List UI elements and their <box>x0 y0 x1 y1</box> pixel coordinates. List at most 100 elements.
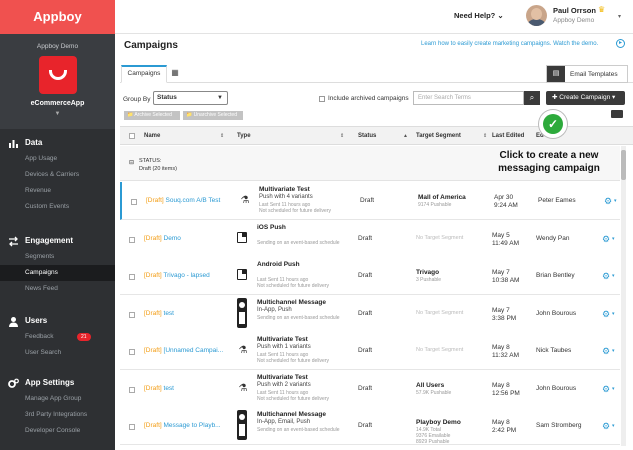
nav-head-data[interactable]: Data <box>0 135 115 151</box>
sidebar-item-3rd-party-integrations[interactable]: 3rd Party Integrations <box>0 407 115 423</box>
search-icon[interactable]: ⌕ <box>524 91 540 105</box>
calendar-icon[interactable]: ▦ <box>168 66 182 80</box>
sidebar-item-revenue[interactable]: Revenue <box>0 183 115 199</box>
search-input[interactable]: Enter Search Terms <box>413 91 524 105</box>
include-archived-checkbox[interactable] <box>319 96 325 102</box>
campaign-name-link[interactable]: [Draft] Trivago - lapsed <box>144 272 229 279</box>
gears-icon <box>8 378 19 388</box>
avatar[interactable] <box>526 5 547 26</box>
chevron-down-icon[interactable]: ▾ <box>612 311 615 317</box>
col-status[interactable]: Status ▲ <box>358 133 408 139</box>
draft-tag: [Draft] <box>146 197 164 204</box>
chevron-down-icon[interactable]: ▾ <box>612 236 615 242</box>
gear-icon[interactable]: ⚙ <box>602 309 610 320</box>
col-name[interactable]: Name ⇕ <box>144 133 224 139</box>
archive-selected-button[interactable]: 📁 Archive Selected <box>124 111 180 120</box>
segment-name[interactable]: All Users <box>416 382 444 389</box>
unarchive-selected-button[interactable]: 📁 Unarchive Selected <box>183 111 243 120</box>
type-title: Multivariate Test <box>257 336 308 343</box>
table-row[interactable]: [Draft] test Multichannel Message In-App… <box>120 294 620 333</box>
email-templates-button[interactable]: ▤ Email Templates <box>546 65 628 83</box>
campaign-name: test <box>163 384 174 392</box>
col-last-edited[interactable]: Last Edited <box>492 133 524 139</box>
table-row[interactable]: [Draft] Trivago - lapsed Android Push La… <box>120 257 620 295</box>
nav-head-app-settings[interactable]: App Settings <box>0 375 115 391</box>
editor-name: Sam Stromberg <box>536 422 582 429</box>
sidebar-item-app-usage[interactable]: App Usage <box>0 151 115 167</box>
campaign-name-link[interactable]: [Draft] Souq.com A/B Test <box>146 197 231 204</box>
document-icon: ▤ <box>547 66 565 82</box>
sidebar-item-feedback[interactable]: Feedback 21 <box>0 329 115 345</box>
segment-name[interactable]: Mall of America <box>418 194 466 201</box>
chevron-down-icon[interactable]: ▾ <box>612 386 615 392</box>
push-icon <box>237 269 247 280</box>
play-icon[interactable]: ▸ <box>616 39 625 48</box>
row-checkbox[interactable] <box>129 424 135 430</box>
sidebar-item-custom-events[interactable]: Custom Events <box>0 199 115 215</box>
chevron-down-icon[interactable]: ▾ <box>614 198 617 204</box>
keyboard-icon[interactable] <box>611 110 623 118</box>
gear-icon[interactable]: ⚙ <box>602 234 610 245</box>
segment-name[interactable]: Trivago <box>416 269 439 276</box>
row-checkbox[interactable] <box>129 274 135 280</box>
campaign-name-link[interactable]: [Draft] test <box>144 385 229 392</box>
campaign-name-link[interactable]: [Draft] [Unnamed Campai... <box>144 347 229 354</box>
chevron-down-icon[interactable]: ▼ <box>0 111 115 117</box>
col-type[interactable]: Type ⇕ <box>237 133 344 139</box>
gear-icon[interactable]: ⚙ <box>602 421 610 432</box>
brand-logo[interactable]: Appboy <box>0 0 115 34</box>
segment-name[interactable]: Playboy Demo <box>416 419 461 426</box>
sidebar-item-manage-app-group[interactable]: Manage App Group <box>0 391 115 407</box>
group-by-label: Group By <box>123 96 151 103</box>
segment-sub: 3 Pushable <box>416 277 442 283</box>
chevron-down-icon[interactable]: ▾ <box>612 348 615 354</box>
campaign-name-link[interactable]: [Draft] Demo <box>144 235 229 242</box>
create-campaign-button[interactable]: ✚ Create Campaign ▾ <box>546 91 625 105</box>
select-all-checkbox[interactable] <box>129 133 135 139</box>
table-row[interactable]: [Draft] Message to Playb... Multichannel… <box>120 407 620 445</box>
chevron-down-icon[interactable]: ▾ <box>612 273 615 279</box>
gear-icon[interactable]: ⚙ <box>604 196 612 207</box>
include-archived-label[interactable]: Include archived campaigns <box>328 95 409 102</box>
sidebar-item-developer-console[interactable]: Developer Console <box>0 423 115 439</box>
campaign-name-link[interactable]: [Draft] Message to Playb... <box>144 422 229 429</box>
row-checkbox[interactable] <box>129 349 135 355</box>
flask-icon: ⚗ <box>238 345 248 356</box>
sidebar-item-campaigns[interactable]: Campaigns <box>0 265 115 281</box>
nav-head-users[interactable]: Users <box>0 313 115 329</box>
row-checkbox[interactable] <box>131 199 137 205</box>
gear-icon[interactable]: ⚙ <box>602 346 610 357</box>
scrollbar[interactable] <box>621 146 626 446</box>
collapse-icon[interactable]: ⊟ <box>129 159 134 166</box>
sidebar-item-segments[interactable]: Segments <box>0 249 115 265</box>
segment-sub: 9174 Pushable <box>418 202 452 208</box>
tab-campaigns[interactable]: Campaigns <box>121 65 167 83</box>
learn-link[interactable]: Learn how to easily create marketing cam… <box>421 41 598 47</box>
table-row[interactable]: [Draft] Demo iOS Push Sending on an even… <box>120 219 620 258</box>
scrollbar-thumb[interactable] <box>621 150 626 180</box>
chevron-down-icon[interactable]: ▾ <box>618 13 621 20</box>
table-row[interactable]: [Draft] Souq.com A/B Test ⚗ Multivariate… <box>120 182 620 220</box>
sidebar-item-user-search[interactable]: User Search <box>0 345 115 361</box>
help-menu[interactable]: Need Help? ⌄ <box>454 11 504 20</box>
sidebar-item-news-feed[interactable]: News Feed <box>0 281 115 297</box>
multichannel-icon <box>237 297 247 328</box>
table-row[interactable]: [Draft] test ⚗ Multivariate Test Push wi… <box>120 369 620 408</box>
type-sub: Push with 4 variants <box>259 194 313 200</box>
chevron-down-icon[interactable]: ▾ <box>612 423 615 429</box>
gear-icon[interactable]: ⚙ <box>602 384 610 395</box>
type-title: Multichannel Message <box>257 298 326 306</box>
gear-icon[interactable]: ⚙ <box>602 271 610 282</box>
campaign-name-link[interactable]: [Draft] test <box>144 310 229 317</box>
row-checkbox[interactable] <box>129 236 135 243</box>
group-by-select[interactable]: Status ▼ <box>153 91 228 105</box>
sidebar-item-devices-carriers[interactable]: Devices & Carriers <box>0 167 115 183</box>
nav-head-engagement[interactable]: Engagement <box>0 233 115 249</box>
editor-name: John Bourous <box>536 384 577 392</box>
table-row[interactable]: [Draft] [Unnamed Campai... ⚗ Multivariat… <box>120 332 620 370</box>
app-switcher[interactable]: Appboy Demo eCommerceApp ▼ <box>0 34 115 129</box>
row-checkbox[interactable] <box>129 311 135 318</box>
user-name[interactable]: Paul Orrson <box>553 6 596 15</box>
row-checkbox[interactable] <box>129 386 135 393</box>
col-target-segment[interactable]: Target Segment ⇕ <box>416 133 487 139</box>
